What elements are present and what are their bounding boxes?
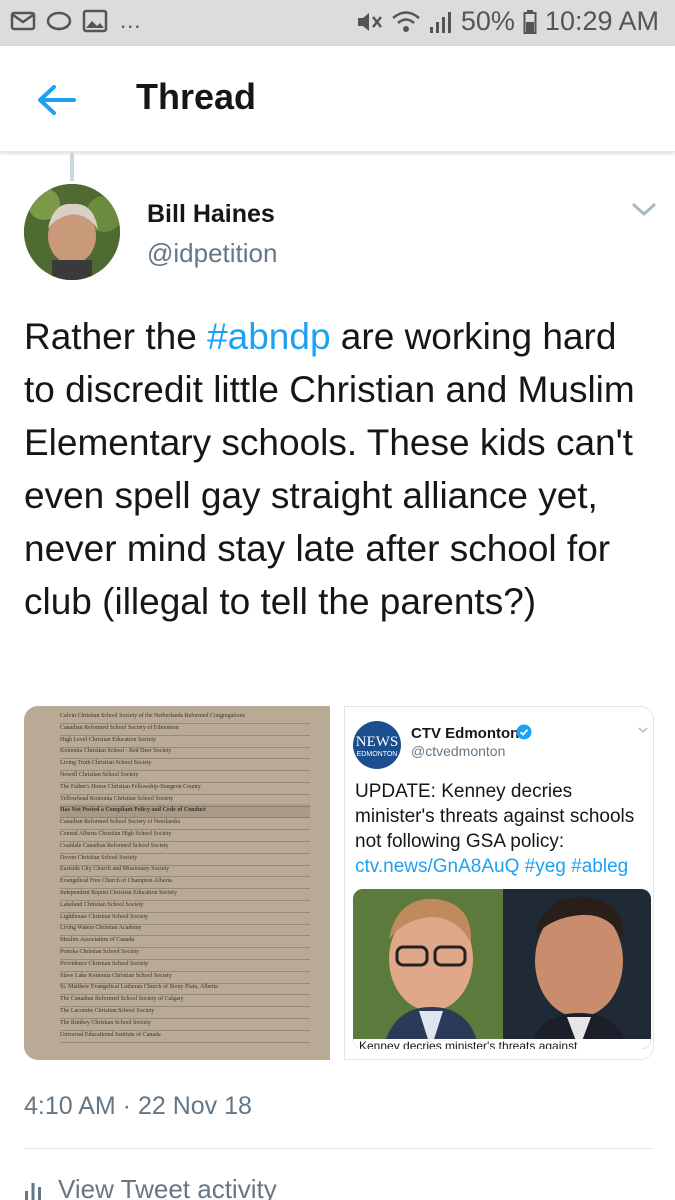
status-bar: ... 50% 10:29 AM [0, 0, 675, 46]
chevron-down-icon[interactable] [630, 200, 658, 220]
quoted-text-body: UPDATE: Kenney decries minister's threat… [355, 781, 635, 852]
mute-icon [357, 12, 382, 31]
back-arrow-icon[interactable] [34, 78, 78, 122]
avatar-photo [24, 184, 120, 280]
page-title: Thread [136, 76, 257, 117]
signal-icon [429, 11, 451, 33]
tweet-text-part: are working hard to discredit little Chr… [24, 316, 635, 622]
tweet-text: Rather the #abndp are working hard to di… [24, 310, 654, 628]
logo-city-text: EDMONTON [356, 751, 398, 758]
tweet-text-part: Rather the [24, 316, 208, 357]
author-handle[interactable]: @idpetition [147, 238, 277, 269]
hashtag-link[interactable]: #abndp [207, 316, 330, 357]
battery-percent: 50% [460, 6, 515, 36]
tweet-timestamp: 4:10 AM · 22 Nov 18 [24, 1092, 252, 1120]
attached-photo[interactable]: Calvin Christian School Society of the N… [24, 706, 330, 1060]
notification-icons: ... [10, 8, 141, 34]
more-notifications: ... [120, 8, 142, 33]
quoted-tweet-text: UPDATE: Kenney decries minister's threat… [355, 779, 651, 879]
clock: 10:29 AM [544, 6, 659, 36]
chevron-down-icon [638, 727, 648, 734]
author-name[interactable]: Bill Haines [147, 200, 275, 229]
quoted-author-name: CTV Edmonton [411, 725, 520, 742]
app-header: Thread [0, 46, 675, 152]
news-photo-image [353, 889, 651, 1049]
photo-caption: Kenney decries minister's threats agains… [353, 1039, 651, 1049]
wifi-icon [392, 10, 420, 32]
battery-icon [523, 9, 537, 34]
document-list: Calvin Christian School Society of the N… [24, 706, 330, 1060]
cloud-icon [46, 11, 72, 31]
quoted-author-handle: @ctvedmonton [411, 743, 506, 759]
verified-badge-icon [516, 724, 532, 740]
image-icon [82, 9, 108, 33]
thread-connector [70, 153, 74, 181]
activity-label: View Tweet activity [58, 1174, 277, 1200]
bar-chart-icon [25, 1182, 41, 1200]
avatar[interactable] [24, 184, 120, 280]
mail-icon [10, 11, 36, 31]
quoted-tweet-card[interactable]: NEWS EDMONTON CTV Edmonton @ctvedmonton … [344, 706, 654, 1060]
document-row: Universal Educational Institute of Canad… [60, 1029, 310, 1043]
view-tweet-activity-button[interactable]: View Tweet activity [24, 1174, 277, 1200]
divider [24, 1148, 654, 1149]
ctv-logo: NEWS EDMONTON [353, 721, 401, 769]
system-icons: 50% 10:29 AM [355, 6, 659, 37]
news-photo[interactable]: Kenney decries minister's threats agains… [353, 889, 651, 1049]
logo-news-text: NEWS [355, 734, 399, 750]
quoted-link[interactable]: ctv.news/GnA8AuQ #yeg #ableg [355, 856, 628, 877]
